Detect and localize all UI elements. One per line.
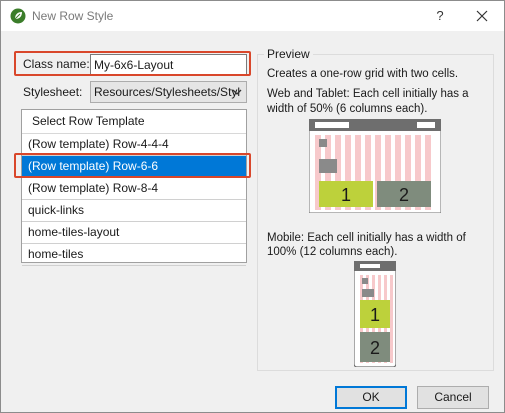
list-item[interactable]: (Row template) Row-4-4-4 [22,134,246,156]
new-row-style-dialog: New Row Style ? Class name: My-6x6-Layou… [0,0,505,413]
window-title: New Row Style [32,9,114,23]
preview-mobile-line1: Mobile: Each cell initially has a width … [267,232,466,244]
list-item[interactable]: home-tiles-layout [22,222,246,244]
class-name-label: Class name: [23,57,90,71]
list-item[interactable]: (Row template) Row-8-4 [22,178,246,200]
title-bar: New Row Style ? [1,1,504,31]
stylesheet-select[interactable]: Resources/Stylesheets/Styl [90,81,247,103]
preview-title: Preview [264,47,313,61]
preview-web-line1: Web and Tablet: Each cell initially has … [267,88,469,100]
close-icon [476,10,488,22]
list-item-selected[interactable]: (Row template) Row-6-6 [22,156,246,178]
cancel-button[interactable]: Cancel [417,386,489,409]
class-name-input[interactable]: My-6x6-Layout [90,54,247,75]
preview-summary: Creates a one-row grid with two cells. [267,68,459,80]
mobile-cell-1: 1 [370,305,380,325]
desktop-cell-1: 1 [341,185,351,205]
list-item[interactable]: home-tiles [22,244,246,266]
stylesheet-value: Resources/Stylesheets/Styl [94,85,241,99]
list-header: Select Row Template [22,110,246,134]
leaf-app-icon [10,8,26,24]
stylesheet-label: Stylesheet: [23,85,83,99]
desktop-layout-preview: 1 2 [309,119,441,213]
chevron-down-icon [232,89,242,95]
ok-button[interactable]: OK [335,386,407,409]
mobile-layout-preview: 1 2 [354,261,396,367]
preview-web-line2: width of 50% (6 columns each). [267,103,428,115]
row-template-list[interactable]: Select Row Template (Row template) Row-4… [21,109,247,266]
close-button[interactable] [467,4,497,28]
help-button[interactable]: ? [426,4,454,28]
mobile-cell-2: 2 [370,338,380,358]
preview-mobile-line2: 100% (12 columns each). [267,246,398,258]
desktop-cell-2: 2 [399,185,409,205]
list-item[interactable]: quick-links [22,200,246,222]
